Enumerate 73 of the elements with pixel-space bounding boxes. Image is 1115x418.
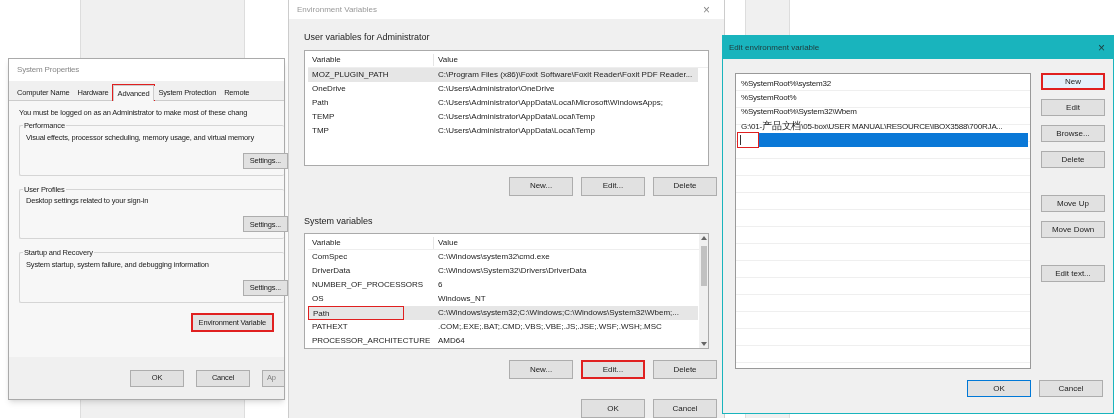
list-item[interactable]: %SystemRoot%\System32\Wbem [738,105,1028,119]
dialog-button[interactable]: OK [967,380,1031,397]
table-cell-text: C:\Windows\system32;C:\Windows;C:\Windows\System32\Wbem;... [437,307,679,319]
close-button[interactable]: × [1098,38,1107,57]
table-row[interactable]: Path C:\Users\Administrator\AppData\Local\Microsoft\WindowsApps; [308,95,698,110]
dialog-button[interactable]: New... [509,176,573,196]
table-cell-text: OS [311,293,325,305]
dialog-button[interactable]: Move Down [1041,221,1105,238]
dialog-button[interactable]: Move Up [1041,195,1105,212]
list-item[interactable]: %SystemRoot% [738,91,1028,105]
scroll-up-icon[interactable] [700,236,707,240]
dialog-button[interactable]: Delete [653,176,717,196]
table-cell-text: AMD64 [437,335,465,347]
table-cell-text: PATHEXT [311,321,349,333]
list-item[interactable]: G:\01-产品文档\05-box\USER MANUAL\RESOURCE\IBOX3588\700RJA... [738,119,1028,133]
dialog-button[interactable]: Delete [653,360,717,379]
dialog-button[interactable]: Cancel [653,399,717,418]
table-cell-text: TMP [311,124,330,137]
table-row[interactable]: TEMP C:\Users\Administrator\AppData\Local\Temp [308,109,698,124]
table-cell-text: C:\Program Files (x86)\Foxit Software\Foxit Reader\Foxit PDF Reader... [437,68,693,81]
table-cell-text: ComSpec [311,251,349,263]
table-row[interactable]: Path C:\Windows\system32;C:\Windows;C:\Windows\System32\Wbem;... [308,306,698,320]
dialog-button[interactable]: Delete [1041,151,1105,168]
dialog-button[interactable]: Browse... [1041,125,1105,142]
table-cell-text: .COM;.EXE;.BAT;.CMD;.VBS;.VBE;.JS;.JSE;.WSF;.WSH;.MSC [437,321,662,333]
column-header: Variable [308,236,434,249]
table-row[interactable]: DriverData C:\Windows\System32\Drivers\DriverData [308,264,698,278]
column-header: Value [437,53,458,66]
section-label: System variables [304,214,374,228]
table-cell-text: NUMBER_OF_PROCESSORS [311,279,425,291]
dialog-button[interactable]: Edit text... [1041,265,1105,282]
table-cell-text: C:\Users\Administrator\AppData\Local\Temp [437,124,595,137]
table-cell-text: DriverData [311,265,352,277]
list-item[interactable]: %SystemRoot%\system32 [738,77,1028,91]
table-cell-text: C:\Users\Administrator\OneDrive [437,82,555,95]
table-row[interactable]: TMP C:\Users\Administrator\AppData\Local\Temp [308,123,698,138]
table-cell-text: C:\Windows\System32\Drivers\DriverData [437,265,587,277]
section-label: User variables for Administrator [304,31,431,44]
window-title: Environment Variables [297,3,377,16]
dialog-button[interactable]: New... [509,360,573,379]
dialog-button[interactable]: Edit [1041,99,1105,116]
table-cell-text: Windows_NT [437,293,486,305]
window-title: Edit environment variable [729,41,820,54]
table-row[interactable]: PATHEXT .COM;.EXE;.BAT;.CMD;.VBS;.VBE;.JS;.JSE;.WSF;.WSH;.MSC [308,320,698,334]
dialog-button[interactable]: OK [581,399,645,418]
dialog-button[interactable]: Edit... [581,360,645,379]
table-row[interactable]: NUMBER_OF_PROCESSORS 6 [308,278,698,292]
table-row[interactable]: OS Windows_NT [308,292,698,306]
dialog-button[interactable]: Edit... [581,176,645,196]
table-cell: Path [308,306,404,320]
dialog-button[interactable]: Cancel [1039,380,1103,397]
table-cell-text: C:\Windows\system32\cmd.exe [437,251,550,263]
scrollbar-thumb[interactable] [700,246,707,286]
window-title: System Properties [17,64,80,76]
table-cell-text: MOZ_PLUGIN_PATH [311,68,390,81]
scroll-down-icon[interactable] [700,342,707,346]
column-header: Value [437,236,458,249]
close-button[interactable]: × [703,0,716,19]
table-row[interactable]: ComSpec C:\Windows\system32\cmd.exe [308,250,698,264]
table-cell-text: Path [311,96,330,109]
table-row[interactable]: PROCESSOR_ARCHITECTURE AMD64 [308,334,698,348]
scrollbar[interactable] [699,234,708,348]
table-cell-text: PROCESSOR_ARCHITECTURE [311,335,432,347]
table-cell-text: 6 [437,279,443,291]
table-row[interactable]: OneDrive C:\Users\Administrator\OneDrive [308,81,698,96]
table-cell-text: OneDrive [311,82,347,95]
column-header: Variable [308,53,434,66]
table-cell-text: TEMP [311,110,336,123]
dialog-button[interactable]: New [1041,73,1105,90]
table-cell-text: C:\Users\Administrator\AppData\Local\Microsoft\WindowsApps; [437,96,663,109]
input-field[interactable] [738,133,758,147]
table-cell-text: C:\Users\Administrator\AppData\Local\Temp [437,110,595,123]
list-item[interactable] [738,133,1028,147]
